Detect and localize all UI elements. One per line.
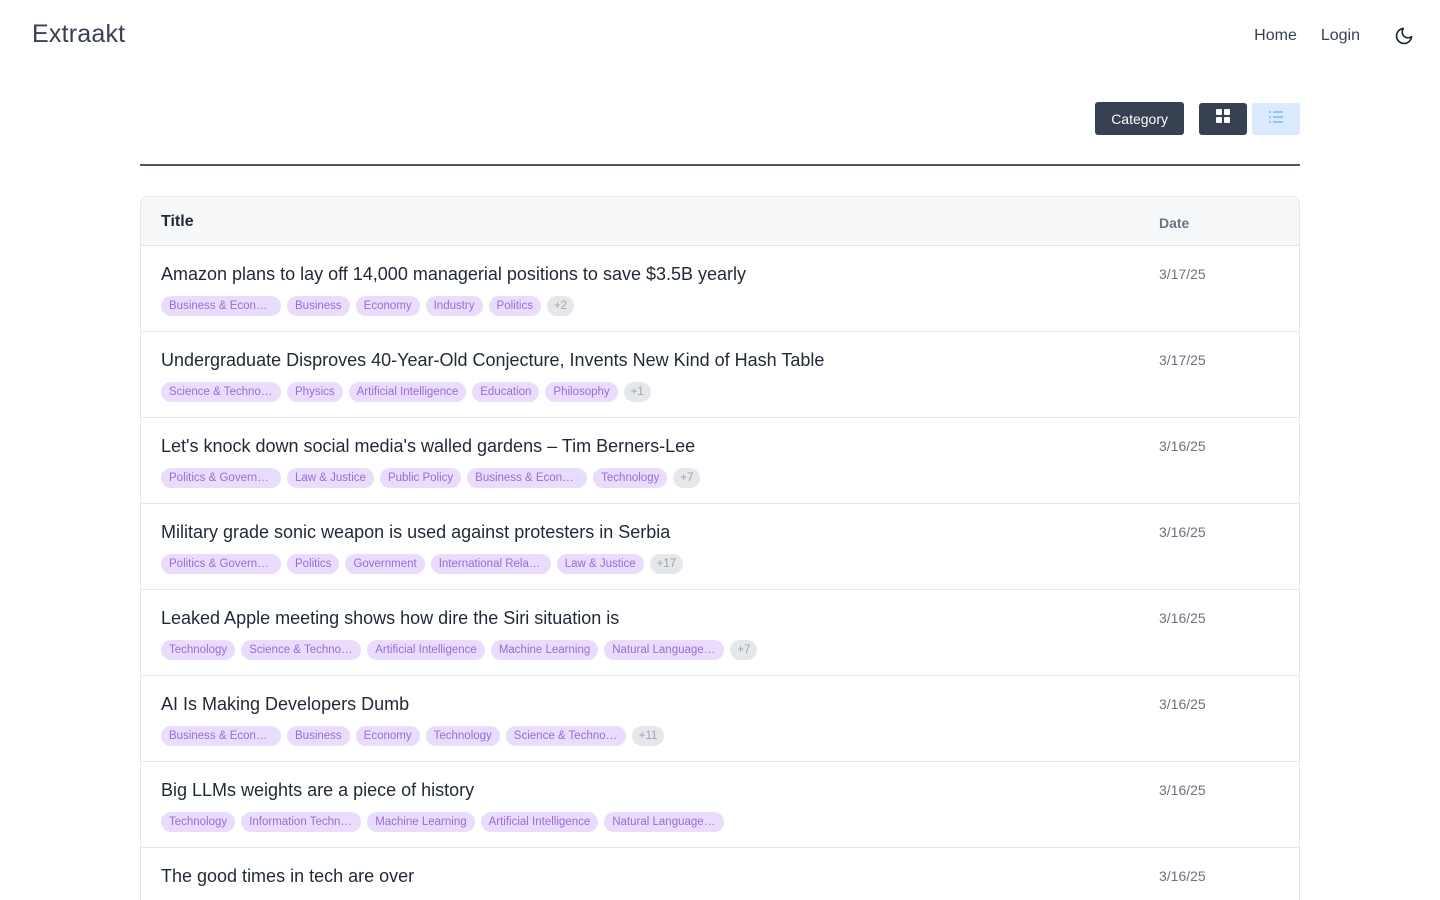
article-date: 3/16/25 bbox=[1159, 696, 1206, 712]
category-tag[interactable]: Business & Economics bbox=[161, 296, 281, 316]
table-row[interactable]: The good times in tech are over 3/16/25 bbox=[141, 848, 1299, 900]
article-title[interactable]: The good times in tech are over bbox=[161, 866, 414, 887]
grid-icon bbox=[1216, 109, 1230, 128]
article-title[interactable]: Leaked Apple meeting shows how dire the … bbox=[161, 608, 619, 629]
category-tag[interactable]: Politics & Government bbox=[161, 468, 281, 488]
table-row[interactable]: Let's knock down social media's walled g… bbox=[141, 418, 1299, 504]
tag-list: Science & Technology Physics Artificial In… bbox=[161, 382, 657, 402]
article-date: 3/16/25 bbox=[1159, 610, 1206, 626]
moon-icon[interactable] bbox=[1392, 24, 1416, 48]
category-tag[interactable]: Politics & Government bbox=[161, 554, 281, 574]
category-tag[interactable]: Law & Justice bbox=[556, 554, 644, 574]
category-tag[interactable]: Science & Technology bbox=[161, 382, 281, 402]
category-tag[interactable]: Economy bbox=[355, 726, 420, 746]
category-tag[interactable]: Technology bbox=[161, 640, 236, 660]
tag-list: Business & Economics Business Economy Techn… bbox=[161, 726, 670, 746]
category-tag[interactable]: Artificial Intelligence bbox=[480, 812, 599, 832]
tag-list: Politics & Government Law & Justice Public… bbox=[161, 468, 706, 488]
nav-links: Home Login bbox=[1254, 18, 1416, 54]
article-title[interactable]: Let's knock down social media's walled g… bbox=[161, 436, 695, 457]
list-view-button[interactable] bbox=[1252, 102, 1300, 135]
category-tag[interactable]: Business & Economics bbox=[161, 726, 281, 746]
article-date: 3/16/25 bbox=[1159, 438, 1206, 454]
article-title[interactable]: Amazon plans to lay off 14,000 manageria… bbox=[161, 264, 746, 285]
category-button[interactable]: Category bbox=[1095, 102, 1184, 135]
table-row[interactable]: Leaked Apple meeting shows how dire the … bbox=[141, 590, 1299, 676]
article-date: 3/16/25 bbox=[1159, 782, 1206, 798]
category-tag[interactable]: Artificial Intelligence bbox=[348, 382, 467, 402]
category-tag[interactable]: Philosophy bbox=[545, 382, 618, 402]
category-tag[interactable]: Politics bbox=[488, 296, 541, 316]
category-tag[interactable]: Politics bbox=[287, 554, 340, 574]
article-title[interactable]: AI Is Making Developers Dumb bbox=[161, 694, 409, 715]
category-tag[interactable]: Technology bbox=[425, 726, 500, 746]
category-tag[interactable]: Law & Justice bbox=[287, 468, 374, 488]
table-header: Title Date bbox=[141, 197, 1299, 246]
category-tag[interactable]: Machine Learning bbox=[367, 812, 475, 832]
brand-logo[interactable]: Extraakt bbox=[32, 20, 125, 49]
category-tag[interactable]: Natural Language Processing bbox=[604, 812, 725, 832]
table-row[interactable]: Military grade sonic weapon is used agai… bbox=[141, 504, 1299, 590]
more-tags-badge[interactable]: +1 bbox=[623, 382, 651, 402]
category-tag[interactable]: Physics bbox=[287, 382, 343, 402]
article-date: 3/16/25 bbox=[1159, 524, 1206, 540]
category-tag[interactable]: Business bbox=[287, 296, 350, 316]
top-navbar: Extraakt Home Login bbox=[0, 0, 1440, 72]
category-tag[interactable]: Business & Economics bbox=[467, 468, 588, 488]
category-tag[interactable]: International Relations bbox=[430, 554, 551, 574]
tag-list: Politics & Government Politics Government I… bbox=[161, 554, 689, 574]
date-column-header[interactable]: Date bbox=[1159, 215, 1189, 231]
article-date: 3/17/25 bbox=[1159, 266, 1206, 282]
nav-home-link[interactable]: Home bbox=[1254, 27, 1297, 45]
articles-table: Title Date Amazon plans to lay off 14,00… bbox=[140, 196, 1300, 900]
table-row[interactable]: Amazon plans to lay off 14,000 manageria… bbox=[141, 246, 1299, 332]
article-title[interactable]: Military grade sonic weapon is used agai… bbox=[161, 522, 670, 543]
category-tag[interactable]: Machine Learning bbox=[490, 640, 599, 660]
table-row[interactable]: AI Is Making Developers Dumb 3/16/25 Busin… bbox=[141, 676, 1299, 762]
tag-list: Business & Economics Business Economy Indus… bbox=[161, 296, 580, 316]
more-tags-badge[interactable]: +7 bbox=[730, 640, 758, 660]
nav-login-link[interactable]: Login bbox=[1321, 27, 1360, 45]
more-tags-badge[interactable]: +17 bbox=[649, 554, 684, 574]
more-tags-badge[interactable]: +2 bbox=[546, 296, 575, 316]
article-title[interactable]: Undergraduate Disproves 40-Year-Old Conj… bbox=[161, 350, 824, 371]
more-tags-badge[interactable]: +11 bbox=[631, 726, 665, 746]
category-tag[interactable]: Technology bbox=[161, 812, 236, 832]
category-tag[interactable]: Industry bbox=[425, 296, 483, 316]
category-tag[interactable]: Government bbox=[345, 554, 425, 574]
article-title[interactable]: Big LLMs weights are a piece of history bbox=[161, 780, 474, 801]
article-date: 3/16/25 bbox=[1159, 868, 1206, 884]
section-divider bbox=[140, 164, 1300, 166]
category-tag[interactable]: Public Policy bbox=[379, 468, 462, 488]
tag-list: Technology Science & Technology Artificial… bbox=[161, 640, 763, 660]
table-body: Amazon plans to lay off 14,000 manageria… bbox=[141, 246, 1299, 900]
category-tag[interactable]: Science & Technology bbox=[241, 640, 362, 660]
table-row[interactable]: Undergraduate Disproves 40-Year-Old Conj… bbox=[141, 332, 1299, 418]
category-tag[interactable]: Economy bbox=[355, 296, 420, 316]
tag-list: Technology Information Technology Machine … bbox=[161, 812, 730, 832]
article-date: 3/17/25 bbox=[1159, 352, 1206, 368]
category-tag[interactable]: Business bbox=[287, 726, 350, 746]
category-tag[interactable]: Science & Technology bbox=[505, 726, 626, 746]
category-tag[interactable]: Technology bbox=[593, 468, 668, 488]
category-tag[interactable]: Artificial Intelligence bbox=[367, 640, 485, 660]
more-tags-badge[interactable]: +7 bbox=[673, 468, 701, 488]
grid-view-button[interactable] bbox=[1199, 102, 1247, 135]
category-tag[interactable]: Information Technology bbox=[241, 812, 362, 832]
category-tag[interactable]: Natural Language Processing bbox=[604, 640, 725, 660]
view-toolbar: Category bbox=[1095, 102, 1300, 135]
list-icon bbox=[1269, 110, 1283, 128]
category-tag[interactable]: Education bbox=[472, 382, 540, 402]
title-column-header[interactable]: Title bbox=[161, 213, 194, 231]
table-row[interactable]: Big LLMs weights are a piece of history 3… bbox=[141, 762, 1299, 848]
